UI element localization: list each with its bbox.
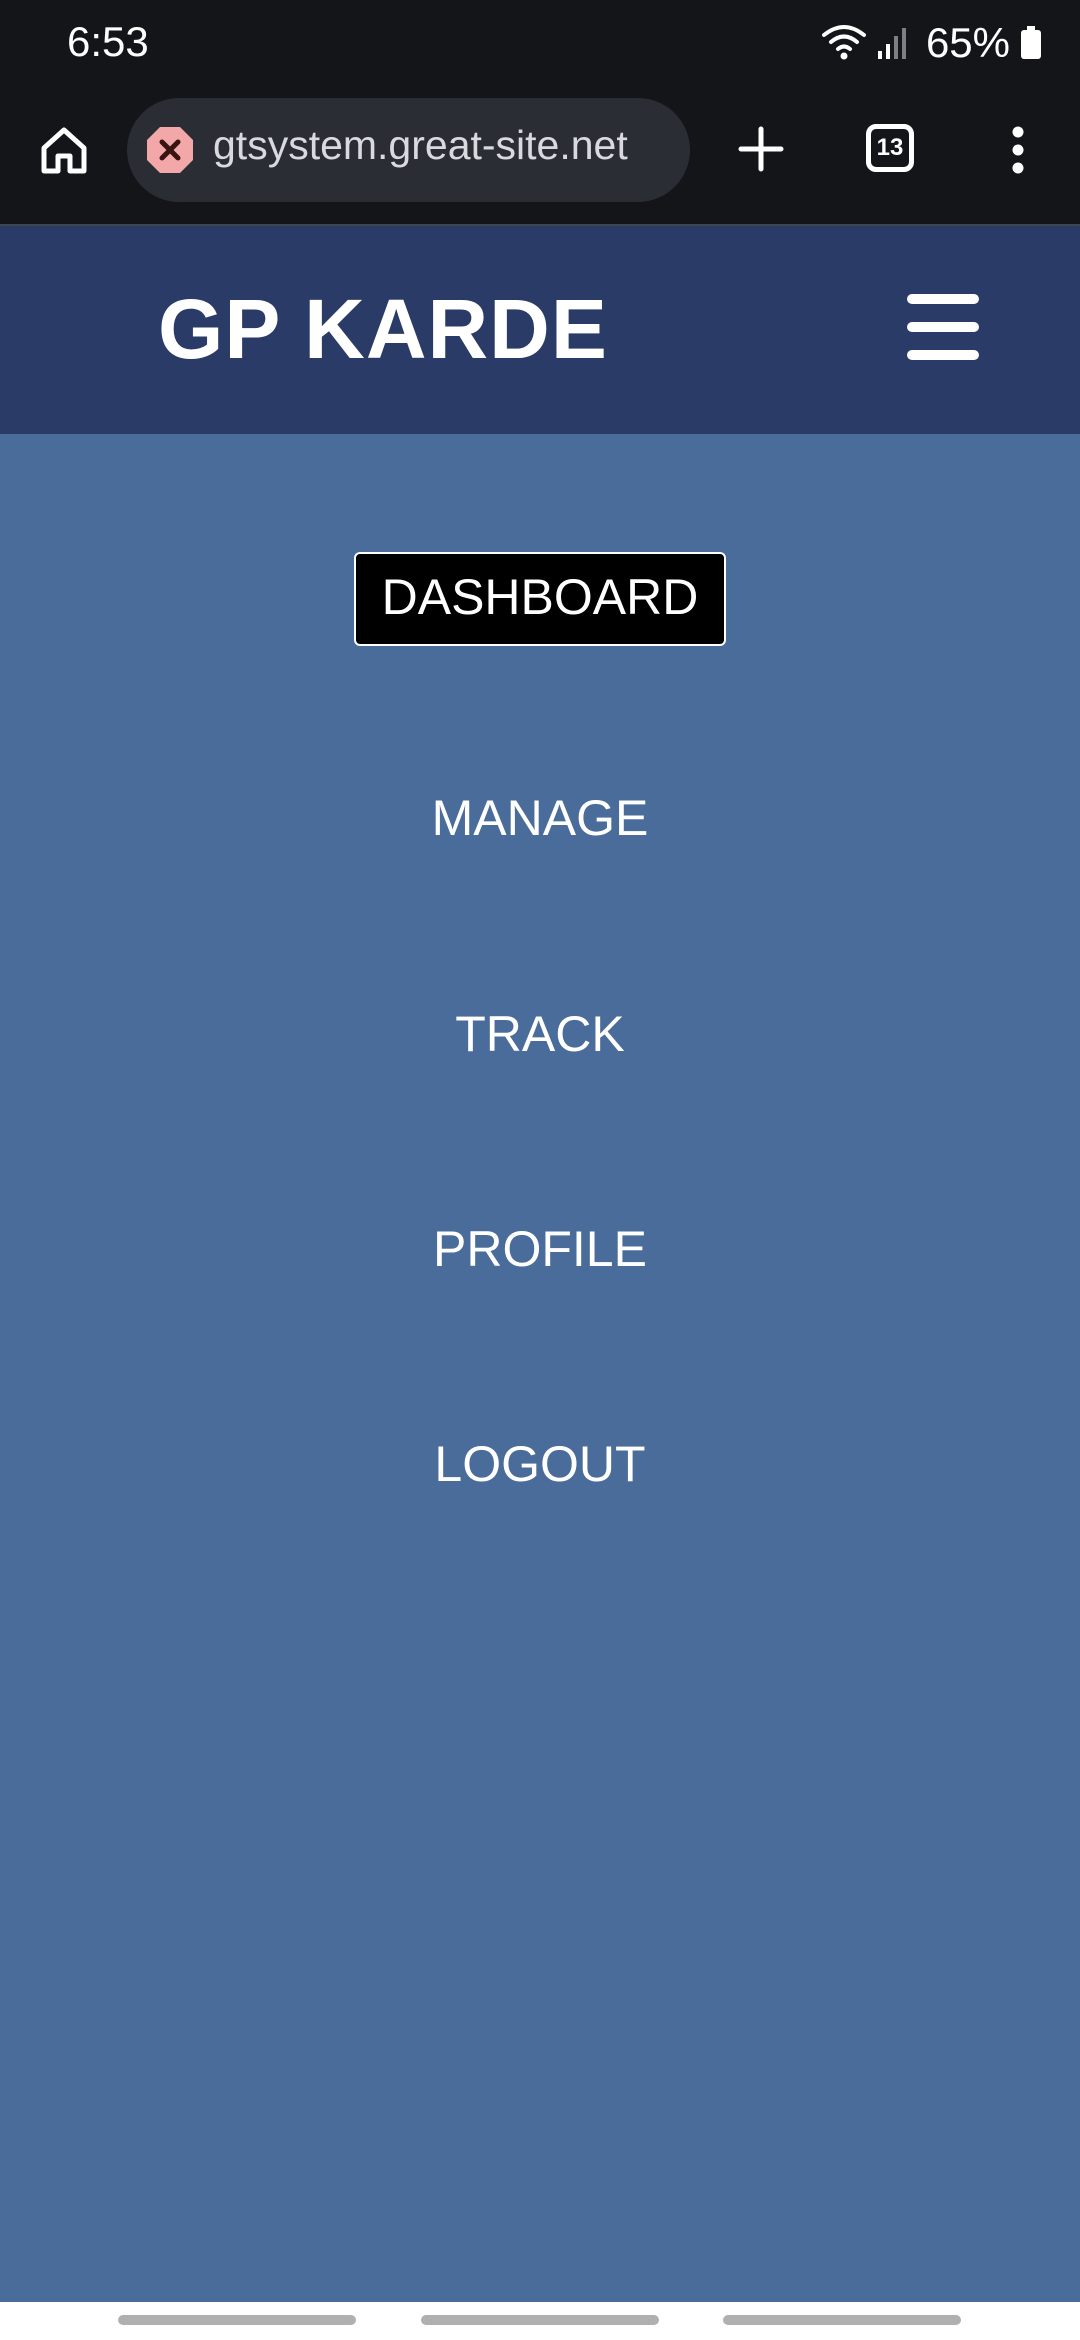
plus-icon (738, 126, 784, 172)
nav-item-manage[interactable]: MANAGE (0, 789, 1080, 847)
gesture-handle[interactable] (723, 2315, 961, 2325)
new-tab-button[interactable] (726, 114, 796, 184)
phone-screen: 6:53 65% gtsystem.great-site.net 13 GP K… (0, 0, 1080, 2340)
wifi-icon (821, 25, 866, 60)
nav-item-track[interactable]: TRACK (0, 1005, 1080, 1063)
tab-count: 13 (876, 134, 904, 161)
browser-toolbar: gtsystem.great-site.net 13 (0, 86, 1080, 224)
gesture-handle[interactable] (421, 2315, 659, 2325)
signal-icon (877, 28, 906, 59)
url-bar[interactable]: gtsystem.great-site.net (127, 98, 690, 202)
nav-item-label[interactable]: PROFILE (433, 1220, 647, 1278)
hamburger-line (907, 322, 979, 332)
nav-item-logout[interactable]: LOGOUT (0, 1435, 1080, 1493)
site-title[interactable]: GP KARDE (158, 281, 608, 378)
site-header: GP KARDE (0, 224, 1080, 434)
nav-item-label[interactable]: DASHBOARD (353, 552, 727, 646)
home-icon (41, 127, 87, 174)
nav-menu: DASHBOARD MANAGE TRACK PROFILE LOGOUT (0, 434, 1080, 2302)
status-bar: 6:53 65% (0, 0, 1080, 86)
browser-menu-button[interactable] (996, 112, 1040, 188)
nav-item-label[interactable]: LOGOUT (434, 1435, 645, 1493)
nav-item-label[interactable]: MANAGE (432, 789, 649, 847)
nav-item-label[interactable]: TRACK (455, 1005, 624, 1063)
url-text[interactable]: gtsystem.great-site.net (213, 122, 668, 169)
gesture-bar (0, 2302, 1080, 2340)
site-error-icon[interactable] (145, 125, 195, 175)
home-button[interactable] (30, 116, 98, 184)
nav-item-profile[interactable]: PROFILE (0, 1220, 1080, 1278)
battery-icon (1021, 26, 1041, 59)
hamburger-line (907, 350, 979, 360)
nav-item-dashboard[interactable]: DASHBOARD (0, 552, 1080, 646)
battery-percent: 65% (925, 19, 1010, 66)
status-icons: 65% (821, 18, 1042, 68)
gesture-handle[interactable] (118, 2315, 356, 2325)
more-vert-icon (1012, 126, 1024, 174)
tab-switcher-button[interactable]: 13 (866, 124, 914, 172)
hamburger-icon[interactable] (907, 294, 979, 360)
hamburger-line (907, 294, 979, 304)
status-time: 6:53 (67, 18, 149, 65)
